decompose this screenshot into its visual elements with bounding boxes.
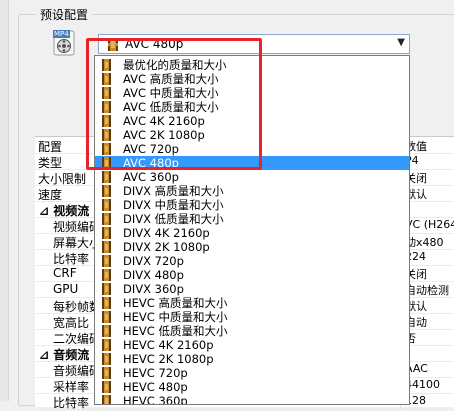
dropdown-option-label: HEVC 2K 1080p	[123, 352, 214, 366]
film-icon	[102, 339, 111, 351]
property-value: 自动检测	[405, 284, 449, 297]
film-icon	[102, 199, 111, 211]
dropdown-option[interactable]: HEVC 4K 2160p	[95, 338, 409, 352]
property-key: 宽高比	[53, 316, 90, 330]
film-icon	[102, 255, 111, 267]
film-icon	[102, 311, 111, 323]
dropdown-option[interactable]: HEVC 中质量和大小	[95, 310, 409, 324]
property-key: 视频流	[53, 204, 90, 218]
left-panel-edge	[0, 0, 9, 401]
chevron-down-icon[interactable]: ▼	[397, 37, 405, 48]
dropdown-option-label: DIVX 低质量和大小	[123, 212, 224, 226]
property-key: CRF	[53, 266, 77, 280]
film-icon	[102, 227, 111, 239]
film-icon	[102, 269, 111, 281]
dropdown-option-label: HEVC 360p	[123, 394, 188, 405]
dropdown-option-label: HEVC 中质量和大小	[123, 310, 228, 324]
dropdown-option-label: DIVX 4K 2160p	[123, 226, 210, 240]
property-key: 音频流	[53, 348, 90, 362]
property-value: 动x480	[405, 236, 444, 249]
dropdown-option[interactable]: HEVC 高质量和大小	[95, 296, 409, 310]
dropdown-option-label: DIVX 720p	[123, 254, 184, 268]
film-icon	[102, 381, 111, 393]
property-key: 比特率	[53, 396, 90, 410]
film-icon	[102, 241, 111, 253]
film-icon	[102, 185, 111, 197]
property-key: 类型	[38, 156, 63, 170]
dropdown-option[interactable]: HEVC 2K 1080p	[95, 352, 409, 366]
dropdown-option[interactable]: DIVX 360p	[95, 282, 409, 296]
dropdown-option[interactable]: DIVX 4K 2160p	[95, 226, 409, 240]
dropdown-option[interactable]: AVC 360p	[95, 170, 409, 184]
film-icon	[102, 395, 111, 404]
dropdown-option[interactable]: DIVX 高质量和大小	[95, 184, 409, 198]
property-value: VC (H264)	[405, 218, 454, 231]
dropdown-option-label: HEVC 4K 2160p	[123, 338, 214, 352]
dropdown-option[interactable]: HEVC 低质量和大小	[95, 324, 409, 338]
dropdown-option[interactable]: HEVC 720p	[95, 366, 409, 380]
dropdown-option-label: HEVC 480p	[123, 380, 188, 394]
dropdown-option-label: DIVX 360p	[123, 282, 184, 296]
dropdown-option[interactable]: DIVX 720p	[95, 254, 409, 268]
film-icon	[102, 283, 111, 295]
dropdown-option-label: DIVX 2K 1080p	[123, 240, 210, 254]
dropdown-option[interactable]: HEVC 360p	[95, 394, 409, 405]
property-key: GPU	[53, 282, 79, 296]
dropdown-option[interactable]: HEVC 480p	[95, 380, 409, 394]
group-title: 预设配置	[36, 6, 93, 23]
highlight-annotation-box	[86, 38, 262, 170]
property-key: 速度	[38, 188, 63, 202]
dropdown-option-label: HEVC 低质量和大小	[123, 324, 228, 338]
dropdown-option-label: DIVX 中质量和大小	[123, 198, 224, 212]
dropdown-option-label: DIVX 高质量和大小	[123, 184, 224, 198]
dropdown-option-label: HEVC 720p	[123, 366, 188, 380]
film-icon	[102, 171, 111, 183]
film-icon	[102, 353, 111, 365]
property-key: 大小限制（	[38, 172, 99, 186]
film-icon	[102, 213, 111, 225]
dropdown-option[interactable]: DIVX 低质量和大小	[95, 212, 409, 226]
dropdown-option[interactable]: DIVX 2K 1080p	[95, 240, 409, 254]
dropdown-option[interactable]: DIVX 中质量和大小	[95, 198, 409, 212]
property-key: 采样率	[53, 380, 90, 394]
property-key: 配置	[38, 140, 63, 154]
dropdown-option-label: DIVX 480p	[123, 268, 184, 282]
mp4-badge: MP4	[53, 30, 70, 38]
mp4-file-icon: MP4	[52, 30, 76, 56]
film-icon	[102, 325, 111, 337]
film-icon	[102, 297, 111, 309]
film-icon	[102, 367, 111, 379]
dropdown-option-label: HEVC 高质量和大小	[123, 296, 228, 310]
dropdown-option[interactable]: DIVX 480p	[95, 268, 409, 282]
dropdown-option-label: AVC 360p	[123, 170, 179, 184]
property-key: 比特率	[53, 252, 90, 266]
property-value: 44100	[405, 378, 440, 391]
